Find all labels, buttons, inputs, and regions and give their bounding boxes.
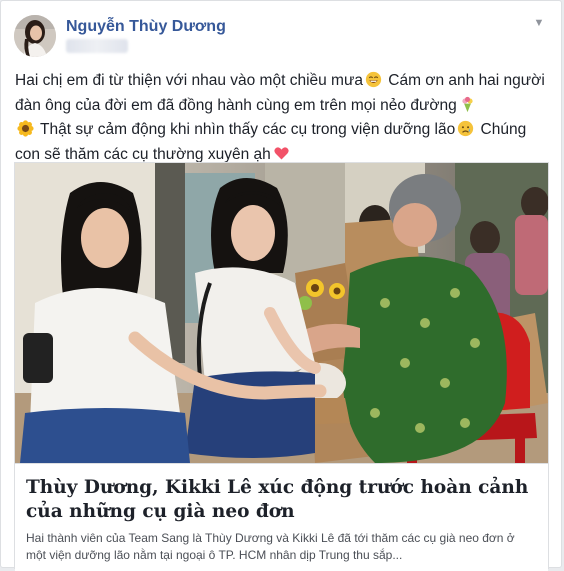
sunflower-icon [17, 120, 34, 137]
link-preview[interactable]: Thùy Dương, Kikki Lê xúc động trước hoàn… [14, 162, 549, 571]
post-card: Nguyễn Thùy Dương ▼ Hai chị em đi từ thi… [0, 0, 562, 571]
link-preview-image[interactable] [15, 163, 548, 463]
post-text-part: Thật sự cảm động khi nhìn thấy các cụ tr… [36, 121, 456, 138]
post-timestamp-blurred [66, 39, 128, 53]
chevron-down-icon[interactable]: ▼ [531, 15, 547, 31]
avatar[interactable] [14, 15, 56, 57]
sad-face-icon [458, 120, 474, 137]
bouquet-icon [462, 96, 473, 112]
link-preview-description: Hai thành viên của Team Sang là Thùy Dươ… [26, 531, 515, 562]
link-preview-caption[interactable]: Thùy Dương, Kikki Lê xúc động trước hoàn… [15, 463, 548, 571]
author-name[interactable]: Nguyễn Thùy Dương [66, 18, 226, 36]
heart-icon [274, 146, 289, 159]
link-preview-title[interactable]: Thùy Dương, Kikki Lê xúc động trước hoàn… [26, 476, 531, 524]
post-text: Hai chị em đi từ thiện với nhau vào một … [15, 69, 551, 167]
grinning-face-icon [365, 71, 382, 88]
post-text-part: Hai chị em đi từ thiện với nhau vào một … [15, 72, 363, 89]
